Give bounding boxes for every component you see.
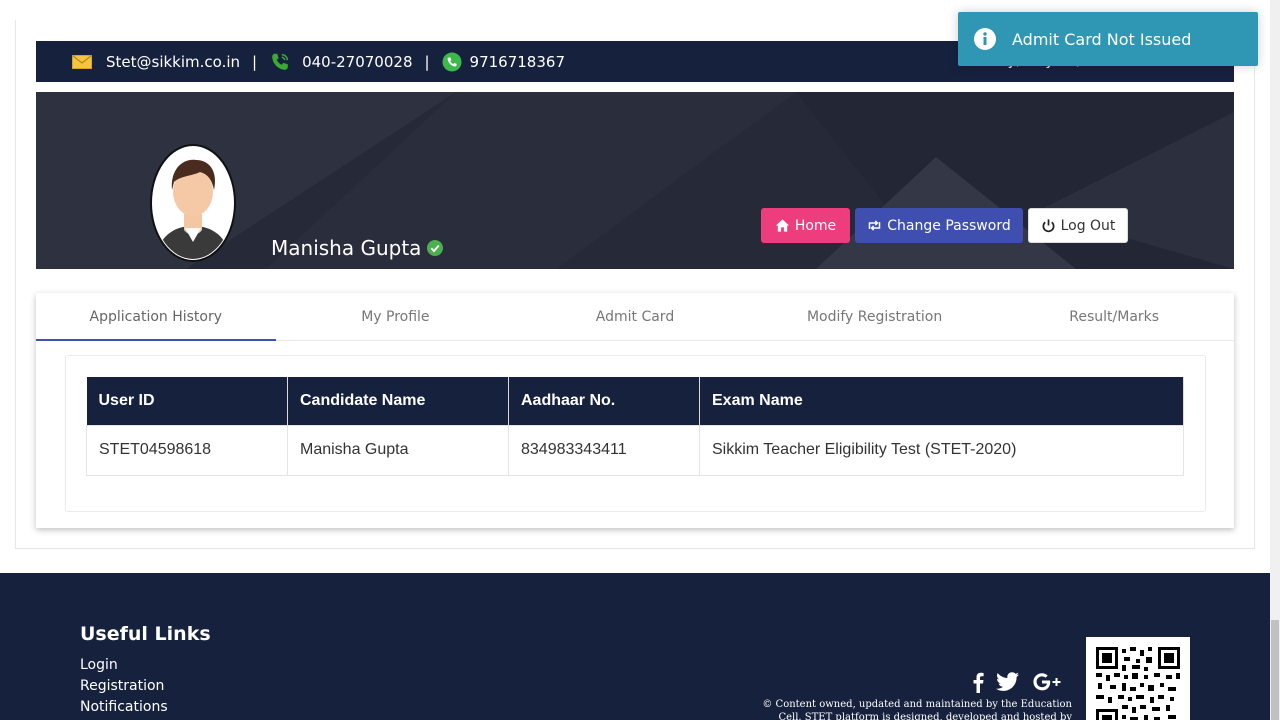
whatsapp-item[interactable]: 9716718367: [442, 52, 565, 72]
scrollbar-thumb[interactable]: [1271, 620, 1279, 720]
social-icons: [972, 671, 1062, 693]
avatar: [150, 144, 236, 262]
header-candidate-name: Candidate Name: [287, 377, 509, 425]
cell-exam-name: Sikkim Teacher Eligibility Test (STET-20…: [699, 424, 1184, 476]
facebook-icon[interactable]: [972, 671, 984, 693]
twitter-icon[interactable]: [996, 671, 1020, 693]
footer-link-registration[interactable]: Registration: [80, 678, 168, 699]
change-password-label: Change Password: [887, 217, 1011, 234]
whatsapp-icon: [442, 52, 462, 71]
phone-item[interactable]: 040-27070028: [269, 51, 412, 73]
email-item[interactable]: Stet@sikkim.co.in: [72, 53, 240, 71]
qr-code-image: [1096, 647, 1180, 720]
application-table: User ID Candidate Name Aadhaar No. Exam …: [86, 377, 1184, 476]
tab-my-profile[interactable]: My Profile: [276, 293, 516, 340]
phone-icon: [272, 53, 289, 70]
tab-application-history[interactable]: Application History: [36, 293, 276, 341]
email-text: Stet@sikkim.co.in: [106, 52, 241, 71]
footer-link-login[interactable]: Login: [80, 657, 168, 678]
google-plus-icon[interactable]: [1032, 671, 1062, 693]
phone-text: 040-27070028: [302, 52, 413, 71]
qr-code: [1086, 637, 1190, 720]
user-name-text: Manisha Gupta: [271, 236, 422, 260]
tab-admit-card[interactable]: Admit Card: [515, 293, 755, 340]
logout-button[interactable]: Log Out: [1028, 208, 1128, 243]
profile-banner: Manisha Gupta Home Change Password Log O…: [36, 92, 1234, 269]
verified-icon: [427, 240, 444, 256]
cell-aadhaar: 834983343411: [508, 424, 700, 476]
power-icon: [1042, 219, 1055, 233]
user-name: Manisha Gupta: [271, 236, 444, 260]
scrollbar-track[interactable]: [1270, 0, 1280, 720]
info-icon: [974, 28, 996, 50]
footer: Useful Links Login Registration Notifica…: [0, 573, 1270, 720]
change-password-button[interactable]: Change Password: [855, 208, 1023, 243]
header-aadhaar: Aadhaar No.: [508, 377, 700, 425]
tab-bar: Application History My Profile Admit Car…: [36, 293, 1234, 341]
table-row: STET04598618 Manisha Gupta 834983343411 …: [86, 424, 1184, 476]
logout-label: Log Out: [1060, 217, 1116, 234]
footer-heading: Useful Links: [80, 623, 211, 645]
footer-links: Login Registration Notifications: [80, 657, 168, 720]
mail-icon: [72, 54, 92, 69]
separator: |: [424, 52, 430, 71]
home-button-label: Home: [794, 217, 837, 234]
application-table-wrapper: User ID Candidate Name Aadhaar No. Exam …: [65, 355, 1206, 512]
table-header-row: User ID Candidate Name Aadhaar No. Exam …: [86, 377, 1184, 425]
whatsapp-text: 9716718367: [469, 52, 565, 71]
home-button[interactable]: Home: [761, 208, 850, 243]
header-exam-name: Exam Name: [699, 377, 1184, 425]
cell-candidate-name: Manisha Gupta: [287, 424, 509, 476]
tabs-card: Application History My Profile Admit Car…: [36, 293, 1234, 528]
footer-link-notifications[interactable]: Notifications: [80, 699, 168, 720]
tab-result-marks[interactable]: Result/Marks: [994, 293, 1234, 340]
separator: |: [252, 52, 258, 71]
tab-modify-registration[interactable]: Modify Registration: [755, 293, 995, 340]
home-icon: [775, 219, 789, 232]
copyright-text: © Content owned, updated and maintained …: [762, 699, 1072, 720]
toast-message: Admit Card Not Issued: [1012, 29, 1192, 49]
toast-notification[interactable]: Admit Card Not Issued: [958, 12, 1258, 66]
cell-user-id: STET04598618: [86, 424, 288, 476]
retweet-icon: [869, 220, 881, 231]
header-user-id: User ID: [86, 377, 288, 425]
